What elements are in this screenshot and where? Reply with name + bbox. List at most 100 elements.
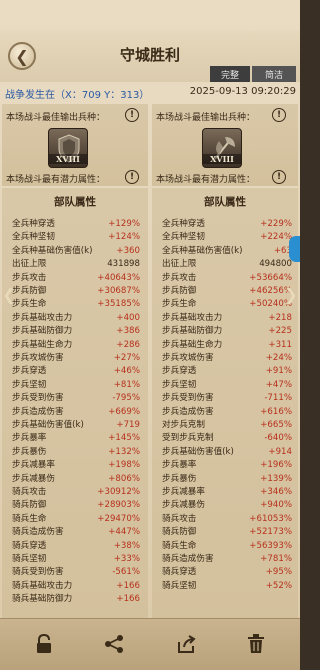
stat-row: 出征上限 431898 [2, 258, 148, 271]
stat-value: -795% [112, 393, 140, 404]
stat-value: +30687% [97, 286, 140, 296]
stat-name: 骑兵生命 [162, 540, 197, 551]
stat-name: 骑兵防御 [12, 500, 47, 511]
info-icon[interactable]: ! [125, 170, 139, 184]
stat-value: +95% [265, 567, 292, 578]
stat-name: 步兵生命 [12, 299, 47, 310]
stat-row: 全兵种基础伤害值(k) +360 [2, 245, 148, 258]
stat-value: +129% [108, 219, 140, 229]
stat-row: 全兵种穿透 +129% [2, 218, 148, 231]
stat-value: +52% [265, 580, 292, 591]
stat-row: 步兵基础伤害值(k) +914 [152, 446, 298, 459]
stat-name: 步兵造成伤害 [12, 406, 64, 417]
stat-row: 步兵坚韧 +81% [2, 379, 148, 392]
war-location-link[interactable]: 战争发生在（X：709 Y：313） [5, 86, 149, 101]
stat-name: 全兵种穿透 [12, 219, 55, 229]
stat-name: 步兵基础伤害值(k) [162, 446, 234, 457]
stat-name: 骑兵攻击 [162, 513, 197, 524]
best-unit-label: 本场战斗最佳输出兵种： [156, 113, 256, 123]
stat-value: +286 [116, 339, 140, 350]
side-tab[interactable] [289, 236, 300, 262]
stat-value: +29470% [97, 513, 140, 524]
stat-row: 受到步兵克制 -640% [152, 432, 298, 445]
stat-name: 步兵暴伤 [12, 446, 47, 457]
stat-value: +218 [268, 312, 292, 323]
stat-value: +132% [108, 446, 140, 457]
stat-value: +30912% [97, 487, 140, 497]
stat-name: 骑兵坚韧 [12, 554, 47, 564]
stat-row: 步兵受到伤害 -711% [152, 392, 298, 405]
unit-badge[interactable]: XVIII [48, 128, 88, 168]
stat-value: +669% [108, 406, 140, 417]
prev-arrow-icon[interactable]: ❮ [2, 284, 16, 306]
stat-row: 骑兵坚韧 +52% [152, 580, 298, 593]
stat-name: 步兵基础防御力 [162, 326, 223, 337]
complete-view-button[interactable]: 完整 [210, 66, 250, 82]
stat-row: 步兵攻击 +53664% [152, 272, 298, 285]
export-icon [178, 635, 196, 653]
stat-name: 步兵穿透 [12, 366, 47, 377]
stat-name: 步兵受到伤害 [162, 393, 214, 404]
stat-value: +914 [268, 446, 292, 457]
stat-name: 步兵基础攻击力 [12, 312, 73, 323]
left-troop-attributes: 部队属性 全兵种穿透 +129% 全兵种坚韧 +124% 全兵种基础伤害值(k) +360… [2, 188, 148, 628]
stat-name: 步兵减暴率 [162, 487, 205, 497]
brief-view-button[interactable]: 简洁 [252, 66, 296, 82]
stat-value: +139% [260, 473, 292, 484]
stat-row: 步兵受到伤害 -795% [2, 392, 148, 405]
stat-row: 步兵基础生命力 +286 [2, 339, 148, 352]
stat-name: 步兵暴率 [12, 433, 47, 444]
stat-value: +52173% [249, 527, 292, 538]
stat-value: +53664% [249, 272, 292, 283]
stat-value: 431898 [107, 259, 140, 270]
stat-row: 步兵暴伤 +139% [152, 473, 298, 486]
stat-value: +447% [108, 527, 140, 538]
stat-name: 骑兵造成伤害 [12, 527, 64, 538]
next-arrow-icon[interactable]: ❯ [284, 284, 298, 306]
stat-row: 出征上限 494800 [152, 258, 298, 271]
section-title: 部队属性 [204, 196, 246, 208]
unit-tier: XVIII [49, 154, 87, 164]
stat-row: 全兵种穿透 +229% [152, 218, 298, 231]
stat-name: 骑兵基础攻击力 [12, 580, 73, 591]
info-icon[interactable]: ! [272, 170, 286, 184]
stat-name: 全兵种穿透 [162, 219, 205, 229]
stat-value: +91% [265, 366, 292, 377]
info-icon[interactable]: ! [272, 108, 286, 122]
stat-row: 骑兵造成伤害 +781% [152, 553, 298, 566]
page-title: 守城胜利 [119, 46, 180, 64]
stat-value: +38% [113, 540, 140, 551]
stat-row: 骑兵坚韧 +33% [2, 553, 148, 566]
stat-row: 步兵基础伤害值(k) +719 [2, 419, 148, 432]
stat-value: +665% [260, 420, 292, 430]
stat-value: +940% [260, 500, 292, 511]
stat-row: 骑兵基础防御力 +166 [2, 593, 148, 606]
stat-name: 骑兵造成伤害 [162, 554, 214, 564]
stat-row: 全兵种基础伤害值(k) +63 [152, 245, 298, 258]
stat-value: -711% [264, 393, 292, 404]
stat-row: 全兵种坚韧 +124% [2, 231, 148, 244]
share-button[interactable] [103, 633, 125, 655]
stat-value: +224% [260, 232, 292, 243]
stat-row: 步兵减暴率 +198% [2, 459, 148, 472]
export-button[interactable] [176, 633, 198, 655]
stat-row: 骑兵基础攻击力 +166 [2, 580, 148, 593]
right-best-unit-panel: 本场战斗最佳输出兵种： ! XVIII 本场战斗最有潜力属性： ! [152, 104, 298, 186]
unit-badge[interactable]: XVIII [202, 128, 242, 168]
stat-name: 步兵减暴率 [12, 460, 55, 471]
potential-label: 本场战斗最有潜力属性： [156, 175, 256, 185]
stat-name: 步兵攻城伤害 [12, 353, 64, 363]
info-icon[interactable]: ! [125, 108, 139, 122]
stat-row: 骑兵生命 +29470% [2, 513, 148, 526]
delete-button[interactable] [245, 633, 267, 655]
stat-value: +346% [260, 487, 292, 497]
stat-value: +47% [265, 379, 292, 390]
stat-row: 步兵穿透 +46% [2, 365, 148, 378]
stat-value: +196% [260, 460, 292, 471]
unit-tier: XVIII [203, 154, 241, 164]
stat-name: 步兵基础攻击力 [162, 312, 223, 323]
stat-name: 步兵基础生命力 [12, 339, 73, 350]
stat-value: +40643% [97, 272, 140, 283]
stat-row: 骑兵穿透 +95% [152, 566, 298, 579]
lock-button[interactable] [33, 633, 55, 655]
